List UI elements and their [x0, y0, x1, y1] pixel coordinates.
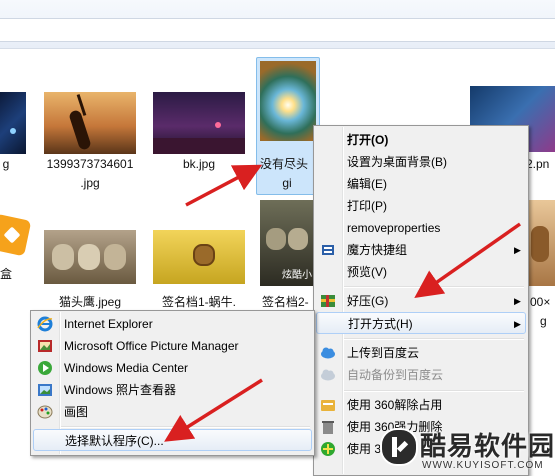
menu-label-upload-baidu: 上传到百度云 [347, 346, 420, 360]
menu-item-edit[interactable]: 编辑(E) [316, 173, 524, 195]
explorer-toolbar [0, 0, 555, 49]
open-with-label-choose-default: 选择默认程序(C)... [65, 434, 164, 448]
file-thumbnail-snail[interactable] [153, 230, 245, 284]
file-name-1: g [2, 157, 10, 171]
open-with-paint[interactable]: 画图 [33, 401, 310, 423]
file-thumbnail-guitar[interactable] [44, 92, 136, 154]
open-with-label-picture-manager: Microsoft Office Picture Manager [64, 339, 239, 353]
menu-label-360-unlock: 使用 360解除占用 [347, 398, 443, 412]
open-with-internet-explorer[interactable]: Internet Explorer [33, 313, 310, 335]
menu-item-upload-baidu[interactable]: 上传到百度云 [316, 342, 524, 364]
menu-label-backup-baidu: 自动备份到百度云 [347, 368, 444, 382]
file-thumbnail-owls[interactable] [44, 230, 136, 284]
menu-label-open: 打开(O) [347, 133, 389, 147]
open-with-media-center[interactable]: Windows Media Center [33, 357, 310, 379]
file-thumbnail-deer[interactable] [525, 200, 555, 286]
watermark-title: 酷易软件园 [420, 431, 555, 461]
open-with-choose-default[interactable]: 选择默认程序(C)... [33, 429, 312, 451]
file-name-2a: 1399373734601 [46, 157, 134, 171]
menu-label-haozip: 好压(G) [347, 294, 389, 308]
haozip-icon [320, 293, 336, 309]
file-name-10b: g [540, 314, 547, 328]
menu-label-360-scan: 使用 3 [347, 442, 382, 456]
submenu-separator [61, 426, 310, 428]
baidu-cloud-icon [320, 367, 336, 383]
menu-item-mofang[interactable]: 魔方快捷组 ▶ [316, 239, 524, 261]
submenu-arrow-icon: ▶ [514, 319, 521, 329]
file-thumbnail-box[interactable] [0, 205, 32, 269]
file-thumbnail-tunnel[interactable] [260, 61, 316, 141]
360-unlock-icon [320, 397, 336, 413]
baidu-cloud-icon [320, 345, 336, 361]
paint-icon [37, 404, 53, 420]
menu-separator [344, 390, 524, 392]
open-with-label-ie: Internet Explorer [64, 317, 153, 331]
menu-separator [344, 286, 524, 288]
file-name-2b: .jpg [80, 176, 100, 190]
menu-item-print[interactable]: 打印(P) [316, 195, 524, 217]
open-with-label-photo-viewer: Windows 照片查看器 [64, 383, 177, 397]
watermark-url: WWW.KUYISOFT.COM [422, 460, 544, 471]
site-watermark: 酷易软件园 WWW.KUYISOFT.COM [380, 424, 555, 474]
file-thumbnail-night[interactable] [0, 92, 26, 154]
menu-label-set-wallpaper: 设置为桌面背景(B) [347, 155, 447, 169]
file-name-5: 2.pn [526, 157, 550, 171]
file-name-4b: gi [282, 176, 292, 190]
file-name-10a: 00× [530, 295, 551, 309]
open-with-submenu: Internet Explorer Microsoft Office Pictu… [30, 310, 315, 456]
open-with-photo-viewer[interactable]: Windows 照片查看器 [33, 379, 310, 401]
menu-label-open-with: 打开方式(H) [348, 317, 413, 331]
menu-item-haozip[interactable]: 好压(G) ▶ [316, 290, 524, 312]
360-delete-icon [320, 419, 336, 435]
menu-item-preview[interactable]: 预览(V) [316, 261, 524, 283]
submenu-arrow-icon: ▶ [514, 245, 521, 255]
menu-item-360-unlock[interactable]: 使用 360解除占用 [316, 394, 524, 416]
cube-icon [320, 242, 336, 258]
menu-separator [344, 338, 524, 340]
submenu-arrow-icon: ▶ [514, 296, 521, 306]
watermark-logo-icon [380, 428, 418, 466]
file-name-3: bk.jpg [182, 157, 216, 171]
picture-manager-icon [37, 338, 53, 354]
address-strip [0, 18, 555, 42]
menu-label-removeproperties: removeproperties [347, 221, 441, 235]
file-thumbnail-owl2[interactable]: 炫酷小 [260, 200, 316, 286]
menu-item-backup-baidu[interactable]: 自动备份到百度云 [316, 364, 524, 386]
file-thumbnail-towers[interactable] [153, 92, 245, 154]
file-name-6: 盒 [0, 267, 13, 281]
photo-viewer-icon [37, 382, 53, 398]
menu-label-preview: 预览(V) [347, 265, 387, 279]
menu-item-open[interactable]: 打开(O) [316, 129, 524, 151]
menu-item-removeproperties[interactable]: removeproperties [316, 217, 524, 239]
internet-explorer-icon [37, 316, 53, 332]
menu-label-mofang: 魔方快捷组 [347, 243, 408, 257]
menu-label-print: 打印(P) [347, 199, 387, 213]
menu-item-set-wallpaper[interactable]: 设置为桌面背景(B) [316, 151, 524, 173]
open-with-label-paint: 画图 [64, 405, 89, 419]
menu-item-open-with[interactable]: 打开方式(H) ▶ [316, 312, 526, 334]
open-with-picture-manager[interactable]: Microsoft Office Picture Manager [33, 335, 310, 357]
owl2-thumb-text: 炫酷小 [282, 270, 312, 281]
menu-label-edit: 编辑(E) [347, 177, 387, 191]
360-scan-icon [320, 441, 336, 457]
open-with-label-media-center: Windows Media Center [64, 361, 189, 375]
media-center-icon [37, 360, 53, 376]
